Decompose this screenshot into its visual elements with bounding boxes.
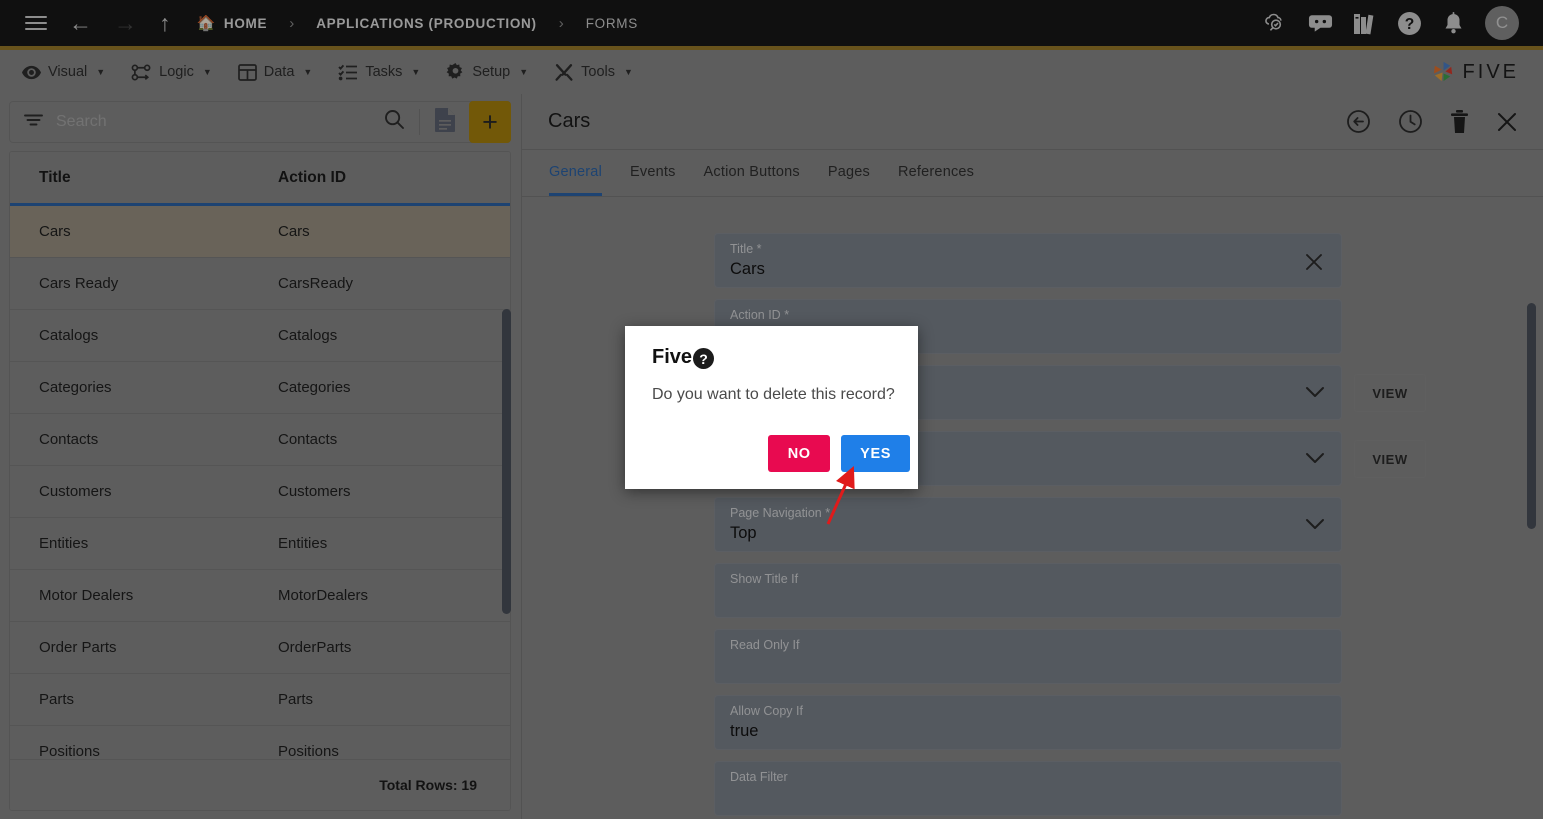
delete-confirmation-dialog: Five ? Do you want to delete this record… <box>625 326 918 489</box>
dialog-message: Do you want to delete this record? <box>652 386 895 403</box>
application-window: ← → ↑ 🏠 HOME › APPLICATIONS (PRODUCTION)… <box>0 0 1543 819</box>
dialog-buttons: NO YES <box>768 435 910 472</box>
question-mark-icon: ? <box>693 348 715 369</box>
dialog-title-text: Five <box>652 346 693 368</box>
dialog-no-button[interactable]: NO <box>768 435 831 472</box>
dialog-title: Five ? <box>652 346 715 369</box>
dialog-yes-button[interactable]: YES <box>841 435 910 472</box>
